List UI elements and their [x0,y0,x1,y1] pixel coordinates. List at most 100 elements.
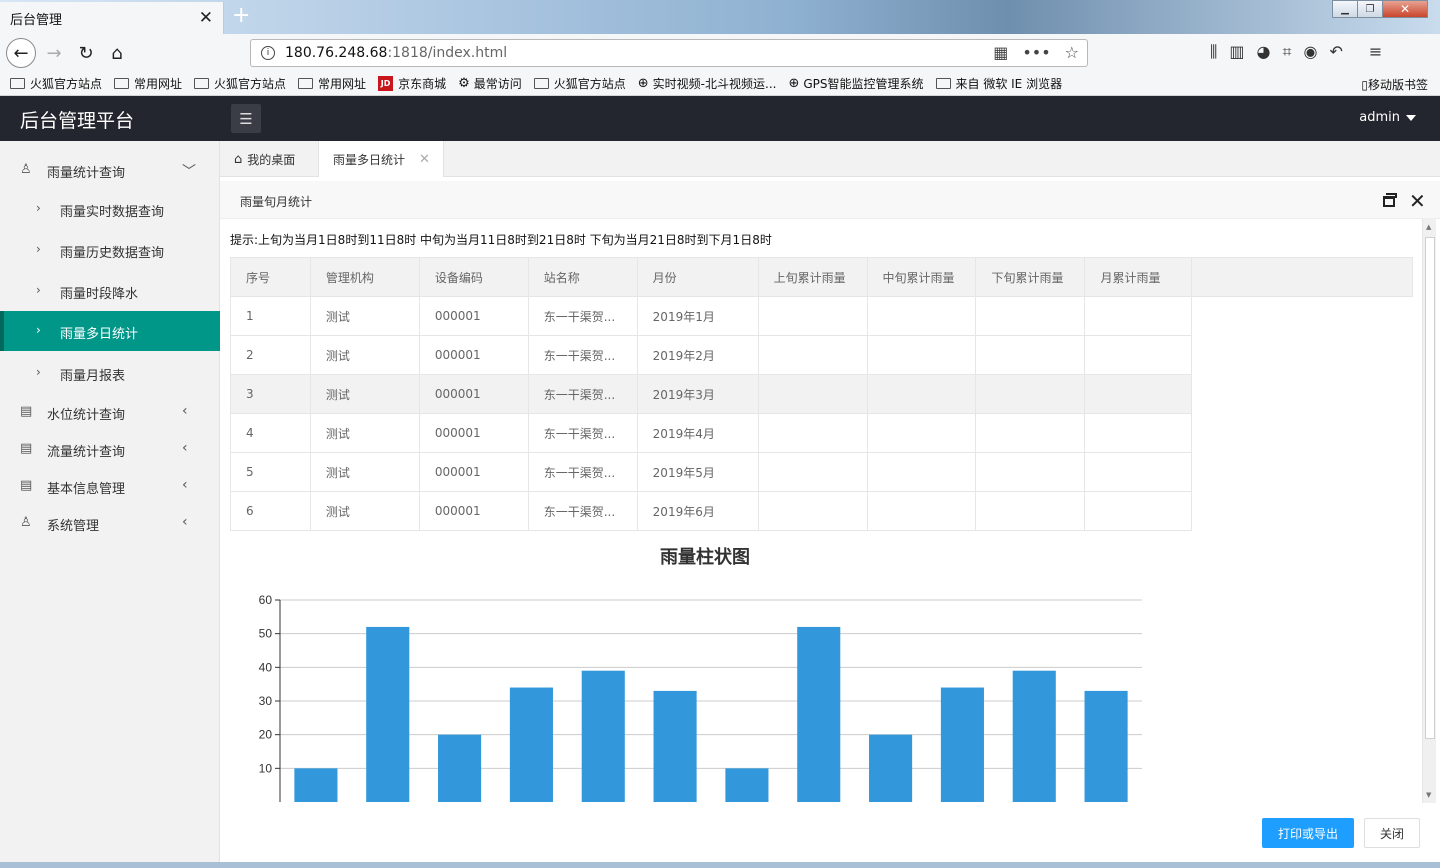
column-header[interactable]: 月份 [636,257,759,297]
scrollbar-thumb[interactable] [1425,237,1435,739]
browser-tab-title: 后台管理 [10,12,63,28]
crop-icon[interactable]: ⌗ [1282,42,1291,62]
table-row[interactable]: 6 测试 000001 东一干渠贺... 2019年6月 [230,491,1413,531]
forward-icon[interactable]: → [40,39,68,67]
column-header[interactable]: 上旬累计雨量 [757,257,868,297]
tab-close-icon[interactable]: ✕ [419,152,430,167]
bar [438,734,482,802]
bookmark-item[interactable]: 火狐官方站点 [10,75,102,92]
sidebar-group-rainfall[interactable]: ♙ 雨量统计查询 ﹀ [0,152,220,188]
more-icon[interactable]: ••• [1022,43,1050,62]
sidebar-icon[interactable]: ▥ [1229,42,1244,62]
site-info-icon[interactable]: i [261,46,275,60]
menu-icon[interactable]: ≡ [1369,42,1382,62]
extension-icon[interactable]: ◕ [1257,42,1271,62]
cell-value: 4 [246,426,254,440]
table-cell: 5 [230,452,311,492]
bookmark-label: 常用网址 [134,77,183,91]
export-button[interactable]: 打印或导出 [1262,818,1354,848]
column-header[interactable]: 下旬累计雨量 [975,257,1086,297]
browser-navbar: ← → ↻ ⌂ i 180.76.248.68:1818/index.html … [0,34,1440,72]
restore-icon[interactable]: ❐ [1357,0,1383,18]
column-header[interactable]: 月累计雨量 [1084,257,1193,297]
bookmark-item[interactable]: 火狐官方站点 [533,75,626,92]
sidebar-item-history[interactable]: › 雨量历史数据查询 [0,230,220,270]
chevron-left-icon: ‹ [182,403,188,419]
tab-multiday[interactable]: 雨量多日统计 ✕ [318,141,444,177]
bookmark-item[interactable]: 火狐官方站点 [194,75,286,92]
bookmark-item[interactable]: JD 京东商城 [378,75,446,92]
bookmark-item[interactable]: 来自 微软 IE 浏览器 [935,75,1062,92]
back-icon[interactable]: ← [6,38,36,68]
column-header[interactable]: 设备编码 [418,257,529,297]
bookmark-item[interactable]: ⊕ GPS智能监控管理系统 [788,75,923,92]
home-icon[interactable]: ⌂ [103,39,131,67]
url-bar[interactable]: i 180.76.248.68:1818/index.html ▦ ••• ☆ [250,39,1088,67]
cell-value: 000001 [434,387,481,401]
chevron-right-icon: › [36,365,41,379]
column-header[interactable]: 管理机构 [309,257,420,297]
table-cell: 3 [230,374,311,414]
tab-home[interactable]: ⌂ 我的桌面 [234,141,295,177]
bookmark-item[interactable]: 常用网址 [114,75,182,92]
star-icon[interactable]: ☆ [1065,43,1079,62]
sidebar-item-multiday[interactable]: › 雨量多日统计 [0,311,220,351]
chevron-right-icon: › [36,323,41,337]
qr-code-icon[interactable]: ▦ [993,43,1008,62]
table-row[interactable]: 1 测试 000001 东一干渠贺... 2019年1月 [230,296,1413,336]
bookmark-item[interactable]: ⊕ 实时视频-北斗视频运... [638,75,777,92]
cell-value: 000001 [434,504,481,518]
sidebar-group-basicinfo[interactable]: ▤ 基本信息管理 ‹ [0,468,220,504]
y-tick-label: 40 [259,660,273,674]
tab-close-icon[interactable]: ✕ [199,8,213,28]
table-cell [757,491,868,531]
folder-icon [194,78,210,89]
maximize-icon[interactable] [1383,193,1397,207]
bookmark-item[interactable]: 常用网址 [298,75,366,92]
close-button[interactable]: 关闭 [1364,818,1420,848]
column-header[interactable]: 中旬累计雨量 [866,257,977,297]
bar [940,687,984,802]
mobile-bookmarks[interactable]: ▯移动版书签 [1361,76,1428,93]
sidebar-item-monthly[interactable]: › 雨量月报表 [0,353,220,393]
chat-icon[interactable]: ◉ [1303,42,1317,62]
table-cell: 1 [230,296,311,336]
window-close-icon[interactable]: ✕ [1382,0,1428,18]
sidebar-group-waterlevel[interactable]: ▤ 水位统计查询 ‹ [0,394,220,430]
scroll-down-icon[interactable]: ▼ [1426,791,1431,799]
table-row[interactable]: 4 测试 000001 东一干渠贺... 2019年4月 [230,413,1413,453]
sidebar-group-flow[interactable]: ▤ 流量统计查询 ‹ [0,431,220,467]
bookmark-label: 火狐官方站点 [553,77,626,91]
vertical-scrollbar[interactable]: ▲ ▼ [1422,219,1436,803]
document-icon: ▤ [20,441,33,456]
column-header[interactable]: 站名称 [527,257,638,297]
cell-value: 测试 [325,504,350,519]
sidebar-item-label: 雨量历史数据查询 [60,246,165,261]
reload-icon[interactable]: ↻ [72,39,100,67]
sidebar-group-label: 基本信息管理 [47,482,126,497]
new-tab-icon[interactable]: + [232,4,250,28]
phone-icon: ▯ [1361,78,1368,92]
minimize-icon[interactable]: ▁ [1332,0,1358,18]
url-path: :1818/index.html [387,45,508,61]
library-icon[interactable]: ⫼ [1210,42,1217,62]
table-row[interactable]: 2 测试 000001 东一干渠贺... 2019年2月 [230,335,1413,375]
table-cell: 东一干渠贺... [527,335,638,375]
scroll-up-icon[interactable]: ▲ [1426,223,1431,231]
cell-value: 东一干渠贺... [543,387,616,402]
table-cell: 东一干渠贺... [527,296,638,336]
column-header[interactable]: 序号 [230,257,311,297]
data-table: 序号 管理机构 设备编码 站名称 月份 上旬累计雨量 中旬累计雨量 下旬累计雨量… [230,257,1413,531]
table-row[interactable]: 3 测试 000001 东一干渠贺... 2019年3月 [230,374,1413,414]
undo-icon[interactable]: ↶ [1329,42,1342,62]
sidebar-item-realtime[interactable]: › 雨量实时数据查询 [0,189,220,229]
browser-tab[interactable]: 后台管理 ✕ [0,2,224,34]
menu-toggle-icon[interactable]: ☰ [231,104,261,133]
dialog-close-icon[interactable]: ✕ [1409,189,1426,213]
app-logo: 后台管理平台 [20,110,135,132]
bookmark-item[interactable]: ⚙ 最常访问 [458,75,522,92]
sidebar-group-system[interactable]: ♙ 系统管理 ‹ [0,505,220,541]
table-row[interactable]: 5 测试 000001 东一干渠贺... 2019年5月 [230,452,1413,492]
sidebar-item-period[interactable]: › 雨量时段降水 [0,271,220,311]
user-menu[interactable]: admin [1359,110,1416,125]
